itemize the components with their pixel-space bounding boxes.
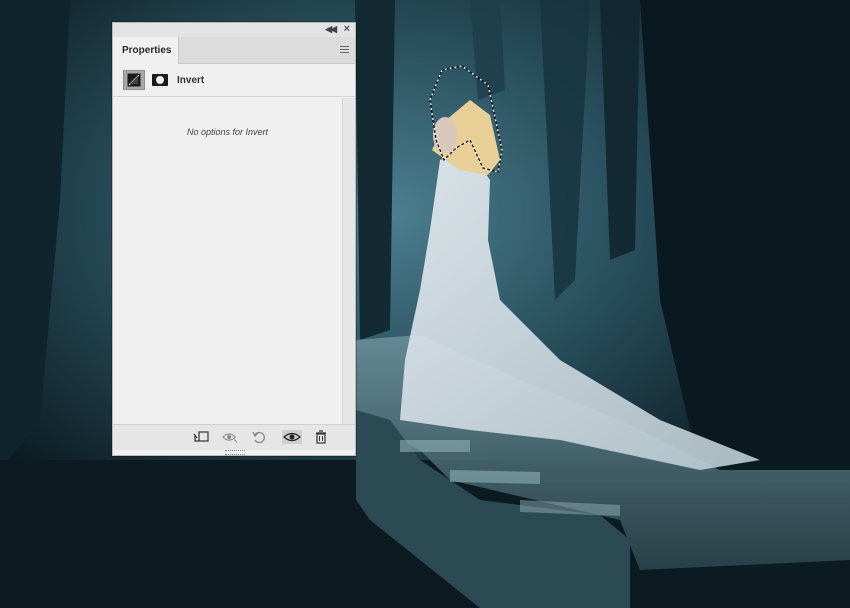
trash-icon[interactable]: [313, 430, 329, 444]
view-previous-state-icon[interactable]: [222, 430, 238, 444]
panel-scrollbar[interactable]: [342, 98, 355, 424]
adjustment-layer-icon[interactable]: [123, 70, 145, 90]
tab-properties[interactable]: Properties: [113, 37, 179, 64]
hamburger-menu-icon[interactable]: [340, 46, 349, 54]
layer-mask-icon[interactable]: [149, 70, 171, 90]
properties-panel: ◀◀ × Properties Invert No options for In…: [112, 22, 356, 456]
adjustment-header: Invert: [113, 65, 355, 97]
close-icon[interactable]: ×: [344, 23, 350, 35]
reset-icon[interactable]: [251, 430, 267, 444]
properties-content: No options for Invert: [113, 98, 342, 424]
resize-grip[interactable]: [225, 450, 245, 455]
double-chevron-left-icon[interactable]: ◀◀: [325, 24, 337, 35]
panel-tab-row: Properties: [113, 37, 355, 64]
clip-to-layer-icon[interactable]: [193, 430, 209, 444]
eye-icon[interactable]: [282, 430, 302, 444]
panel-bottom-toolbar: [113, 424, 355, 450]
no-options-message: No options for Invert: [186, 127, 269, 137]
adjustment-title: Invert: [177, 75, 205, 86]
panel-titlebar[interactable]: ◀◀ ×: [113, 23, 355, 37]
